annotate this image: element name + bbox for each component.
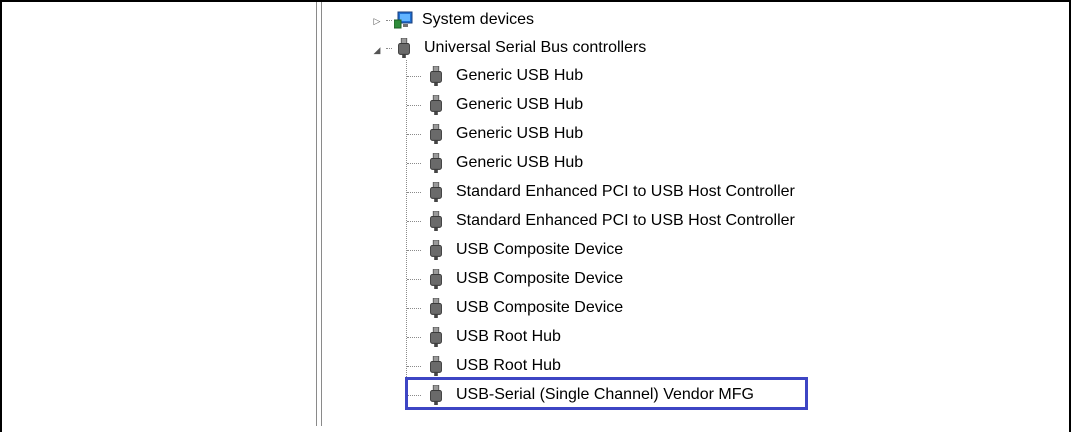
tree-connector (407, 192, 421, 193)
usb-plug-icon (430, 124, 442, 144)
tree-item-label: Generic USB Hub (456, 125, 584, 142)
computer-chip-icon (394, 11, 413, 29)
tree-item-usb-device[interactable]: Generic USB Hub (428, 121, 583, 147)
tree-item-label: USB Composite Device (456, 241, 624, 258)
tree-connector (407, 134, 421, 135)
tree-item-usb-device[interactable]: USB Root Hub (428, 353, 561, 379)
tree-item-usb-device[interactable]: USB Composite Device (428, 295, 623, 321)
tree-item-label: Generic USB Hub (456, 154, 584, 171)
usb-plug-icon (398, 38, 410, 58)
tree-connector (407, 105, 421, 106)
usb-plug-icon (430, 153, 442, 173)
tree-item-usb-device[interactable]: Generic USB Hub (428, 150, 583, 176)
tree-connector (407, 250, 421, 251)
tree-connector (386, 47, 392, 49)
usb-plug-icon (430, 356, 442, 376)
tree-connector (407, 337, 421, 338)
tree-connector (407, 221, 421, 222)
tree-item-system-devices[interactable]: ▷ System devices (372, 7, 534, 33)
tree-item-label: USB Root Hub (456, 328, 561, 345)
tree-item-label: Standard Enhanced PCI to USB Host Contro… (456, 183, 795, 200)
tree-connector (407, 366, 421, 367)
tree-item-label: USB Composite Device (456, 299, 624, 316)
tree-item-usb-device[interactable]: Standard Enhanced PCI to USB Host Contro… (428, 179, 795, 205)
tree-connector (386, 19, 392, 21)
tree-vertical-connector (406, 60, 407, 395)
tree-item-usb-device[interactable]: Generic USB Hub (428, 63, 583, 89)
tree-item-usb-device[interactable]: Generic USB Hub (428, 92, 583, 118)
usb-plug-icon (430, 182, 442, 202)
tree-connector (407, 163, 421, 164)
tree-connector (407, 308, 421, 309)
collapse-arrow-icon[interactable]: ◢ (372, 45, 382, 55)
usb-plug-icon (430, 240, 442, 260)
tree-item-label: USB Composite Device (456, 270, 624, 287)
tree-item-usb-device[interactable]: USB Composite Device (428, 237, 623, 263)
tree-item-label: Generic USB Hub (456, 67, 584, 84)
tree-item-label: System devices (422, 11, 535, 28)
tree-item-label: Generic USB Hub (456, 96, 584, 113)
usb-plug-icon (430, 95, 442, 115)
tree-item-usb-device[interactable]: Standard Enhanced PCI to USB Host Contro… (428, 208, 795, 234)
tree-item-label: USB Root Hub (456, 357, 561, 374)
usb-plug-icon (430, 269, 442, 289)
usb-plug-icon (430, 211, 442, 231)
tree-item-usb-device[interactable]: USB Composite Device (428, 266, 623, 292)
tree-item-usb-device[interactable]: USB Root Hub (428, 324, 561, 350)
pane-splitter[interactable] (316, 2, 322, 426)
usb-plug-icon (430, 298, 442, 318)
tree-item-usb-controllers[interactable]: ◢ Universal Serial Bus controllers (372, 35, 646, 61)
tree-item-label: Universal Serial Bus controllers (424, 39, 647, 56)
usb-plug-icon (430, 66, 442, 86)
expand-arrow-icon[interactable]: ▷ (372, 16, 382, 26)
tree-item-label: Standard Enhanced PCI to USB Host Contro… (456, 212, 795, 229)
selection-highlight (405, 377, 808, 410)
tree-connector (407, 279, 421, 280)
usb-plug-icon (430, 327, 442, 347)
tree-connector (407, 76, 421, 77)
